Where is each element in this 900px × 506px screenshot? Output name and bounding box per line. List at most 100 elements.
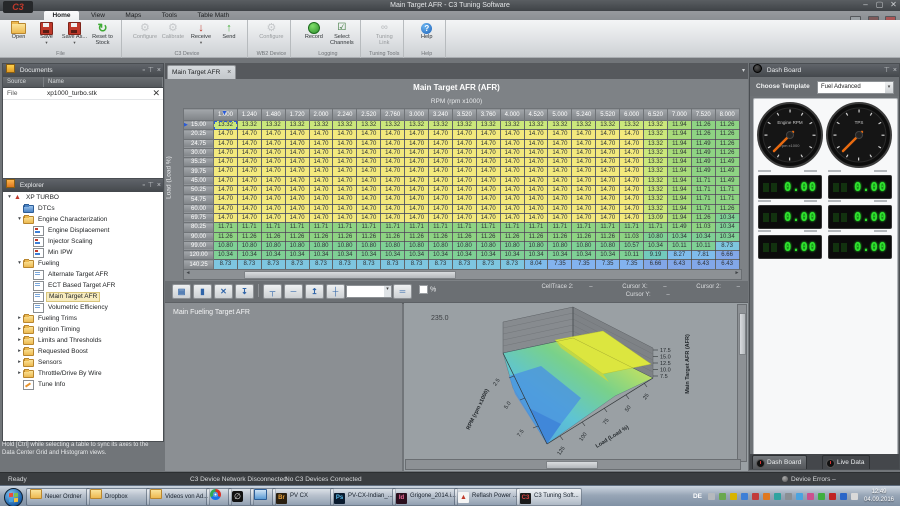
table-cell[interactable]: 11.71: [429, 223, 453, 232]
table-cell[interactable]: 14.70: [476, 148, 500, 157]
table-cell[interactable]: 10.34: [476, 251, 500, 260]
save-as-button[interactable]: Save As...▾: [61, 21, 88, 47]
table-cell[interactable]: 6.66: [644, 260, 668, 269]
column-header-1.720[interactable]: 1.720: [285, 109, 309, 121]
tree-item-requested-boost[interactable]: ▸Requested Boost: [3, 346, 163, 357]
table-cell[interactable]: 10.11: [667, 241, 691, 250]
table-cell[interactable]: 14.70: [620, 176, 644, 185]
table-cell[interactable]: 10.80: [524, 241, 548, 250]
table-cell[interactable]: 10.80: [405, 241, 429, 250]
table-cell[interactable]: 14.70: [261, 213, 285, 222]
table-cell[interactable]: 14.70: [405, 130, 429, 139]
table-cell[interactable]: 11.26: [548, 232, 572, 241]
table-cell[interactable]: 14.70: [572, 195, 596, 204]
table-cell[interactable]: 10.80: [596, 241, 620, 250]
table-cell[interactable]: 14.70: [309, 130, 333, 139]
row-header-60.00[interactable]: 60.00: [184, 204, 214, 213]
table-cell[interactable]: 14.70: [357, 176, 381, 185]
table-cell[interactable]: 11.71: [476, 223, 500, 232]
afr-table[interactable]: 1.0001.2401.4801.7202.0002.2402.5202.760…: [183, 108, 740, 270]
table-cell[interactable]: 11.49: [691, 139, 715, 148]
table-cell[interactable]: 13.32: [524, 121, 548, 130]
table-cell[interactable]: 14.70: [214, 158, 238, 167]
table-cell[interactable]: 14.70: [452, 204, 476, 213]
table-cell[interactable]: 14.70: [429, 186, 453, 195]
table-cell[interactable]: 10.34: [715, 223, 739, 232]
percent-checkbox[interactable]: [419, 285, 428, 294]
table-cell[interactable]: 11.71: [691, 176, 715, 185]
column-header-1.000[interactable]: 1.000: [214, 109, 238, 121]
table-cell[interactable]: 8.73: [285, 260, 309, 269]
plot-vertical-scrollbar[interactable]: [737, 304, 747, 462]
table-cell[interactable]: 14.70: [333, 186, 357, 195]
table-cell[interactable]: 14.70: [285, 148, 309, 157]
fill-vertical-button[interactable]: ▮: [193, 284, 212, 299]
tree-item-dtcs[interactable]: DTCs: [3, 203, 163, 214]
table-cell[interactable]: 14.70: [500, 167, 524, 176]
table-cell[interactable]: 14.70: [261, 186, 285, 195]
table-cell[interactable]: 14.70: [548, 158, 572, 167]
open-button[interactable]: Open: [5, 21, 32, 47]
set-equal-button[interactable]: ▤: [172, 284, 191, 299]
table-cell[interactable]: 14.70: [476, 213, 500, 222]
table-cell[interactable]: 14.70: [309, 195, 333, 204]
table-cell[interactable]: 14.70: [214, 130, 238, 139]
save-button[interactable]: Save▾: [33, 21, 60, 47]
table-cell[interactable]: 10.34: [667, 232, 691, 241]
minimize-button[interactable]: –: [859, 1, 872, 10]
table-cell[interactable]: 14.70: [333, 130, 357, 139]
table-cell[interactable]: 10.80: [357, 241, 381, 250]
table-cell[interactable]: 10.34: [381, 251, 405, 260]
table-cell[interactable]: 14.70: [429, 167, 453, 176]
table-cell[interactable]: 11.94: [667, 158, 691, 167]
table-cell[interactable]: 14.70: [596, 148, 620, 157]
table-cell[interactable]: 11.71: [309, 223, 333, 232]
table-cell[interactable]: 14.70: [309, 213, 333, 222]
tray-icon[interactable]: [785, 493, 792, 500]
table-cell[interactable]: 11.94: [667, 176, 691, 185]
table-cell[interactable]: 14.70: [381, 139, 405, 148]
table-cell[interactable]: 8.73: [500, 260, 524, 269]
table-cell[interactable]: 7.35: [548, 260, 572, 269]
row-header-120.00[interactable]: 120.00: [184, 251, 214, 260]
table-cell[interactable]: 13.32: [261, 121, 285, 130]
table-cell[interactable]: 14.70: [357, 148, 381, 157]
table-cell[interactable]: 14.70: [285, 186, 309, 195]
table-cell[interactable]: 14.70: [214, 148, 238, 157]
table-cell[interactable]: 11.71: [261, 223, 285, 232]
table-cell[interactable]: 8.04: [524, 260, 548, 269]
table-cell[interactable]: 14.70: [381, 176, 405, 185]
table-cell[interactable]: 13.32: [405, 121, 429, 130]
table-cell[interactable]: 11.94: [667, 148, 691, 157]
table-cell[interactable]: 14.70: [309, 167, 333, 176]
scrollbar-thumb[interactable]: [244, 271, 456, 279]
table-cell[interactable]: 11.71: [524, 223, 548, 232]
tree-item-injector-scaling[interactable]: Injector Scaling: [3, 236, 163, 247]
tray-icon[interactable]: [708, 493, 715, 500]
table-cell[interactable]: 14.70: [596, 195, 620, 204]
table-cell[interactable]: 13.32: [285, 121, 309, 130]
table-cell[interactable]: 13.32: [596, 121, 620, 130]
table-cell[interactable]: 14.70: [237, 213, 261, 222]
tree-item-volumetric-efficiency[interactable]: Volumetric Efficiency: [3, 302, 163, 313]
plus-button[interactable]: ┼: [326, 284, 345, 299]
table-cell[interactable]: 11.49: [667, 223, 691, 232]
table-cell[interactable]: 14.70: [405, 176, 429, 185]
tray-icon[interactable]: [730, 493, 737, 500]
row-header-20.25[interactable]: 20.25: [184, 130, 214, 139]
table-cell[interactable]: 11.26: [285, 232, 309, 241]
table-cell[interactable]: 8.73: [429, 260, 453, 269]
tuning-link-button[interactable]: ∞Tuning Link: [371, 21, 398, 47]
table-cell[interactable]: 14.70: [524, 148, 548, 157]
row-header-39.75[interactable]: 39.75: [184, 167, 214, 176]
table-cell[interactable]: 8.73: [333, 260, 357, 269]
table-cell[interactable]: 14.70: [285, 176, 309, 185]
taskbar-item-grigone-2014-i-[interactable]: IdGrigone_2014.i...: [392, 488, 458, 506]
table-cell[interactable]: 11.71: [357, 223, 381, 232]
table-cell[interactable]: 14.70: [381, 204, 405, 213]
table-cell[interactable]: 10.34: [524, 251, 548, 260]
close-button[interactable]: ✕: [887, 1, 900, 10]
table-cell[interactable]: 14.70: [572, 167, 596, 176]
table-cell[interactable]: 11.26: [237, 232, 261, 241]
tree-item-throttle-drive-by-wire[interactable]: ▸Throttle/Drive By Wire: [3, 368, 163, 379]
